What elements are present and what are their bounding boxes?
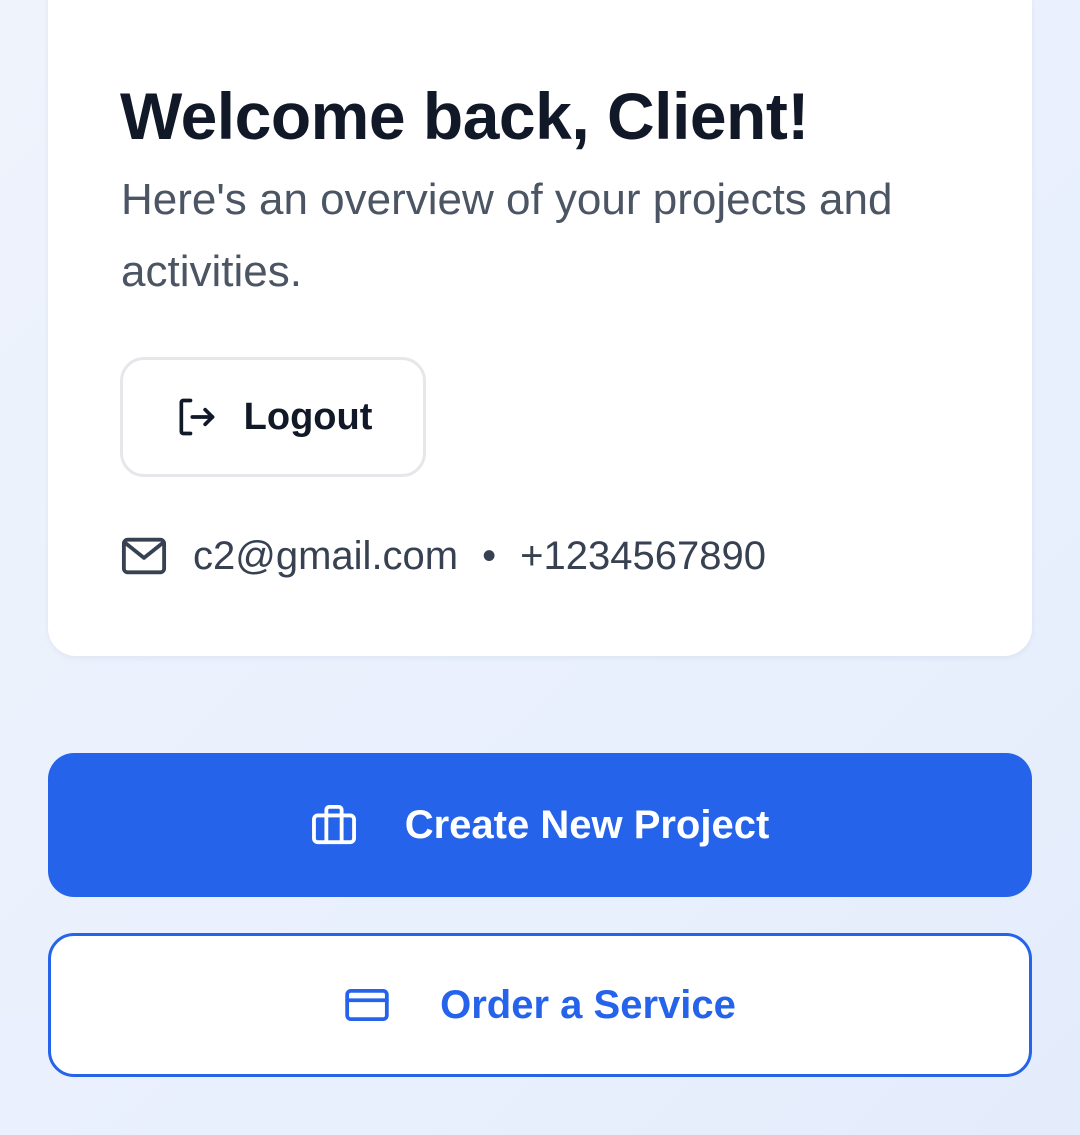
welcome-card: Welcome back, Client! Here's an overview… bbox=[48, 0, 1032, 656]
welcome-subtitle: Here's an overview of your projects and … bbox=[121, 175, 893, 296]
briefcase-icon bbox=[311, 804, 357, 846]
mail-icon bbox=[121, 536, 167, 576]
logout-button[interactable]: Logout bbox=[120, 357, 426, 477]
contact-phone: +1234567890 bbox=[520, 533, 766, 578]
contact-info: c2@gmail.com • +1234567890 bbox=[121, 524, 766, 588]
contact-separator: • bbox=[482, 533, 497, 578]
logout-label: Logout bbox=[243, 395, 373, 438]
order-service-label: Order a Service bbox=[440, 982, 736, 1027]
order-service-button[interactable]: Order a Service bbox=[48, 933, 1032, 1077]
create-new-project-button[interactable]: Create New Project bbox=[48, 753, 1032, 897]
logout-icon bbox=[174, 395, 218, 439]
contact-email: c2@gmail.com bbox=[193, 533, 459, 578]
credit-card-icon bbox=[344, 988, 390, 1022]
create-new-project-label: Create New Project bbox=[404, 802, 770, 847]
page-title: Welcome back, Client! bbox=[120, 79, 809, 153]
